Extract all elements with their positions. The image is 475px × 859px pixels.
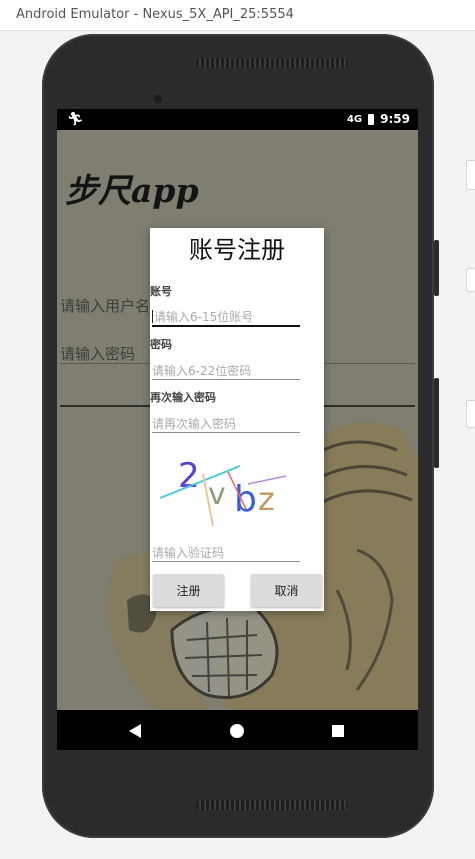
battery-icon [368,113,375,125]
back-icon[interactable] [129,724,141,738]
cancel-button[interactable]: 取消 [251,574,322,607]
svg-text:z: z [258,480,275,518]
volume-button[interactable] [434,378,439,468]
text-cursor [152,310,153,323]
runner-icon: 🏃︎ [67,112,84,127]
account-underline [152,325,300,327]
account-placeholder: 请输入6-15位账号 [154,310,254,324]
top-speaker [196,58,348,68]
account-label: 账号 [150,285,172,298]
register-dialog: 账号注册 账号 请输入6-15位账号 密码 请输入6-22位密码 再次输入密码 … [150,228,324,611]
status-bar: 🏃︎ 4G 9:59 [57,109,418,130]
confirm-password-input[interactable]: 请再次输入密码 [152,415,300,432]
captcha-input[interactable]: 请输入验证码 [152,544,300,561]
password-input[interactable]: 请输入6-22位密码 [152,362,300,379]
confirm-password-underline [152,432,300,433]
power-button[interactable] [434,240,439,296]
dialog-title: 账号注册 [189,236,285,264]
captcha-image[interactable]: 2vbz 2 v b z [158,454,288,532]
clock: 9:59 [380,112,410,126]
window-title: Android Emulator - Nexus_5X_API_25:5554 [16,7,294,22]
recents-icon[interactable] [332,725,344,737]
navigation-bar [57,710,418,750]
register-button[interactable]: 注册 [153,574,224,607]
captcha-underline [152,561,300,562]
svg-text:b: b [234,479,257,520]
front-camera [154,95,162,103]
password-label: 密码 [150,338,172,351]
app-logo: 步尺app [65,171,199,210]
background-window-fragment [466,160,475,190]
confirm-password-label: 再次输入密码 [150,391,216,404]
bottom-speaker [196,800,348,810]
emulator-title-bar: Android Emulator - Nexus_5X_API_25:5554 [0,0,475,31]
svg-text:v: v [208,477,226,512]
signal-icon: 4G [346,113,363,125]
home-icon[interactable] [230,724,244,738]
account-input[interactable]: 请输入6-15位账号 [152,308,300,325]
password-underline [152,379,300,380]
background-window-fragment [466,400,475,428]
background-window-fragment [466,268,475,292]
